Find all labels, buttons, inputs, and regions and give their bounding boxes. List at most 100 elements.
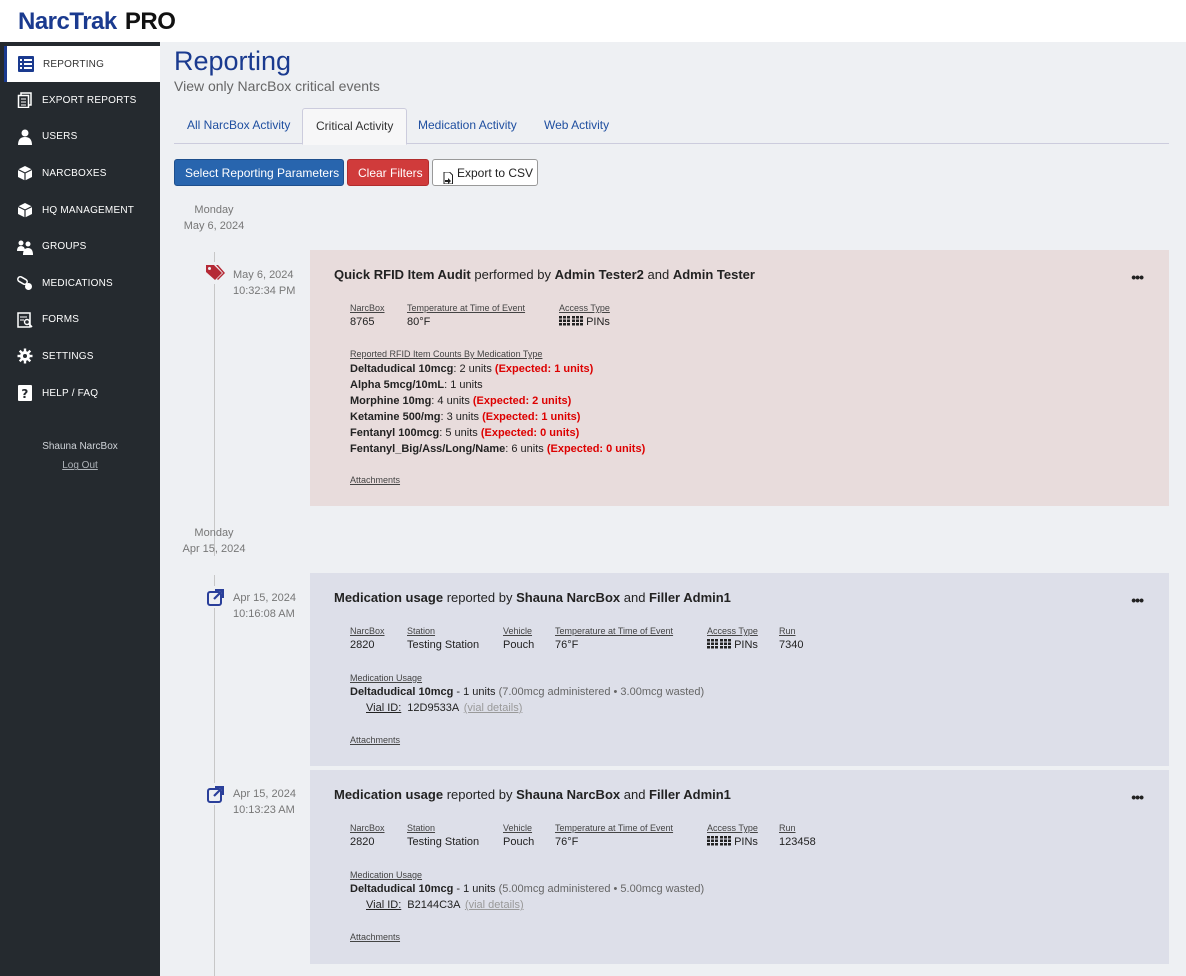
rfid-count-row: Alpha 5mcg/10mL: 1 units [350, 379, 483, 391]
field-label: Station [407, 823, 436, 833]
app-logo[interactable]: NarcTrak PRO [18, 8, 176, 36]
field-value: Testing Station [407, 639, 480, 651]
sidebar-item-label: NARCBOXES [42, 167, 107, 179]
event-title-text: and [643, 267, 673, 282]
rfid-count-row: Fentanyl_Big/Ass/Long/Name: 6 units (Exp… [350, 443, 645, 455]
med-count: : 3 units [440, 411, 483, 423]
box-icon [16, 164, 34, 182]
access-type-value: PINs [734, 639, 758, 651]
sidebar-item-label: EXPORT REPORTS [42, 94, 137, 106]
event-timestamp: Apr 15, 2024 10:13:23 AM [233, 786, 296, 818]
med-name: Alpha 5mcg/10mL [350, 379, 445, 391]
event-card-medication-usage: Medication usage reported by Shauna Narc… [310, 770, 1169, 964]
select-reporting-parameters-button[interactable]: Select Reporting Parameters [174, 159, 344, 186]
date-header-date: Apr 15, 2024 [182, 543, 246, 555]
field-run: Run 123458 [779, 823, 816, 848]
external-link-icon [204, 586, 226, 608]
field-value: 80°F [407, 316, 431, 328]
clear-filters-button[interactable]: Clear Filters [347, 159, 429, 186]
page-title: Reporting [174, 46, 292, 76]
medication-usage-label: Medication Usage [350, 870, 423, 880]
field-value: Testing Station [407, 836, 480, 848]
med-note: (7.00mcg administered • 3.00mcg wasted) [498, 686, 705, 698]
sidebar-item-hq-management[interactable]: HQ MANAGEMENT [0, 192, 160, 229]
gear-icon [16, 347, 34, 365]
sidebar-item-narcboxes[interactable]: NARCBOXES [0, 155, 160, 192]
question-icon: ? [16, 384, 34, 402]
event-user: Admin Tester2 [554, 267, 644, 282]
documents-icon [16, 91, 34, 109]
sidebar-item-groups[interactable]: GROUPS [0, 228, 160, 265]
event-title-text: performed by [470, 267, 555, 282]
vial-row: Vial ID: B2144C3A (vial details) [366, 899, 524, 911]
tab-medication-activity[interactable]: Medication Activity [405, 108, 530, 142]
event-timestamp: May 6, 2024 10:32:34 PM [233, 267, 295, 299]
export-csv-label: Export to CSV [457, 166, 534, 180]
tab-critical-activity[interactable]: Critical Activity [302, 108, 408, 145]
sidebar-item-reporting[interactable]: REPORTING [4, 46, 160, 82]
logo-pro-text: PRO [124, 8, 176, 35]
keypad-icon [559, 316, 583, 329]
logout-link[interactable]: Log Out [0, 460, 160, 471]
event-user: Filler Admin1 [649, 787, 731, 802]
field-value: 123458 [779, 836, 816, 848]
sidebar: REPORTING EXPORT REPORTS USERS NARCBOXES… [0, 42, 160, 976]
sidebar-item-label: HELP / FAQ [42, 387, 99, 399]
top-bar: NarcTrak PRO [0, 0, 1186, 42]
sidebar-item-medications[interactable]: MEDICATIONS [0, 265, 160, 302]
access-type-value: PINs [586, 316, 610, 328]
sidebar-item-settings[interactable]: SETTINGS [0, 338, 160, 375]
more-options-button[interactable]: ••• [1131, 790, 1144, 804]
rfid-count-row: Fentanyl 100mcg: 5 units (Expected: 0 un… [350, 427, 579, 439]
med-name: Ketamine 500/mg [350, 411, 441, 423]
attachments-link[interactable]: Attachments [350, 735, 400, 745]
more-options-button[interactable]: ••• [1131, 270, 1144, 284]
field-access-type: Access Type PINs [707, 626, 758, 652]
export-file-icon [443, 167, 453, 194]
event-action: Medication usage [334, 590, 444, 605]
event-title-text: and [620, 590, 650, 605]
list-icon [17, 55, 35, 73]
sidebar-item-forms[interactable]: FORMS [0, 302, 160, 339]
sidebar-item-users[interactable]: USERS [0, 119, 160, 156]
attachments-link[interactable]: Attachments [350, 932, 400, 942]
sidebar-item-help[interactable]: ? HELP / FAQ [0, 375, 160, 412]
field-vehicle: Vehicle Pouch [503, 823, 534, 848]
tab-web-activity[interactable]: Web Activity [531, 108, 622, 142]
keypad-icon [707, 639, 731, 652]
med-count: : 2 units [453, 363, 495, 375]
field-label: Access Type [707, 823, 758, 833]
date-header-weekday: Monday [194, 527, 234, 539]
event-user: Admin Tester [672, 267, 755, 282]
field-label: Access Type [559, 303, 610, 313]
svg-text:?: ? [21, 387, 28, 401]
vial-details-link[interactable]: (vial details) [465, 899, 524, 911]
med-name: Morphine 10mg [350, 395, 432, 407]
field-value: 76°F [555, 639, 579, 651]
event-time: 10:13:23 AM [233, 804, 295, 816]
med-count: : 6 units [505, 443, 547, 455]
tab-all-narcbox-activity[interactable]: All NarcBox Activity [174, 108, 303, 142]
sidebar-item-label: REPORTING [43, 58, 105, 70]
more-options-button[interactable]: ••• [1131, 593, 1144, 607]
sidebar-item-label: SETTINGS [42, 350, 94, 362]
field-narcbox: NarcBox 2820 [350, 626, 385, 651]
sidebar-item-label: GROUPS [42, 241, 87, 253]
field-value: 76°F [555, 836, 579, 848]
field-label: Vehicle [503, 823, 533, 833]
field-label: NarcBox [350, 626, 385, 636]
event-date: Apr 15, 2024 [233, 788, 296, 800]
med-expected: (Expected: 0 units) [546, 443, 646, 455]
field-station: Station Testing Station [407, 823, 479, 848]
sidebar-item-export-reports[interactable]: EXPORT REPORTS [0, 82, 160, 119]
event-user: Shauna NarcBox [516, 590, 621, 605]
user-icon [16, 128, 34, 146]
medication-usage-row: Deltadudical 10mcg - 1 units (5.00mcg ad… [350, 883, 704, 895]
form-search-icon [16, 311, 34, 329]
field-label: Access Type [707, 626, 758, 636]
attachments-link[interactable]: Attachments [350, 475, 400, 485]
export-csv-button[interactable]: Export to CSV [432, 159, 538, 186]
med-name: Fentanyl 100mcg [350, 427, 440, 439]
vial-details-link[interactable]: (vial details) [464, 702, 523, 714]
field-access-type: Access Type PINs [559, 303, 610, 329]
